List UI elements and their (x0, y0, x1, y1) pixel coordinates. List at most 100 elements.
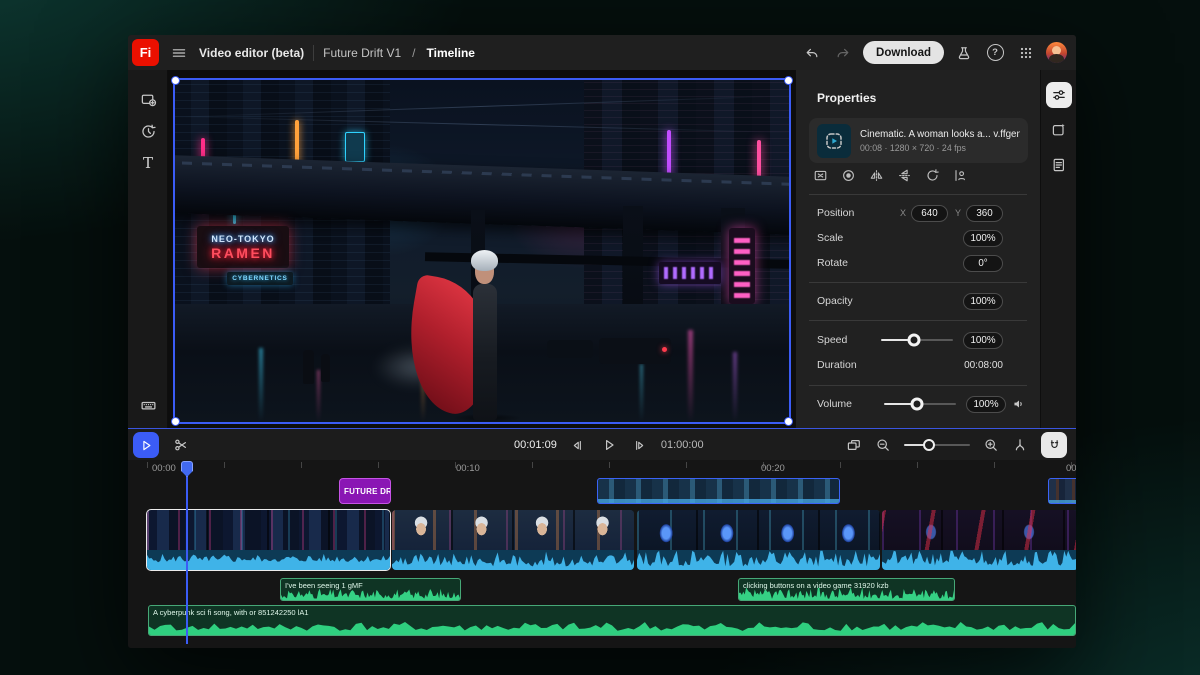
ruler-label: 00:30 (1066, 463, 1076, 474)
text-tool-icon: T (143, 156, 153, 171)
timeline: 00:00 00:10 00:20 00:30 FUTURE DRI (128, 460, 1076, 648)
help-button[interactable]: ? (984, 42, 1006, 64)
frame-forward-button[interactable] (630, 435, 650, 455)
ruler-label: 00:20 (761, 463, 785, 474)
beta-feedback-button[interactable] (953, 42, 975, 64)
selection-handle[interactable] (784, 417, 793, 426)
generate-sparkle-icon (1051, 122, 1067, 138)
notes-tab-button[interactable] (1046, 152, 1072, 178)
timeline-view-controls (846, 429, 1067, 461)
volume-slider-knob[interactable] (911, 398, 924, 411)
play-button[interactable] (599, 435, 619, 455)
scale-row: Scale 100% (817, 229, 1003, 247)
scene-car (547, 340, 593, 358)
video-preview[interactable]: NEO-TOKYO RAMEN CYBERNETICS (173, 78, 791, 424)
overlay-video-clip[interactable] (597, 478, 840, 504)
snap-toggle-button[interactable] (1041, 432, 1067, 458)
sfx-clip-2[interactable]: clicking buttons on a video game 31920 k… (738, 578, 955, 601)
volume-slider[interactable] (884, 403, 956, 405)
selection-handle[interactable] (171, 76, 180, 85)
split-tool-button[interactable] (168, 432, 194, 458)
speed-label: Speed (817, 334, 847, 346)
split-tracks-icon[interactable] (1012, 437, 1028, 453)
sfx-clip-1[interactable]: I've been seeing 1 gMF (280, 578, 461, 601)
speed-slider-knob[interactable] (908, 334, 921, 347)
ruler-label: 00:10 (456, 463, 480, 474)
rotate-input[interactable]: 0° (963, 255, 1003, 272)
text-clip[interactable]: FUTURE DRI (339, 478, 391, 504)
speed-slider[interactable] (881, 339, 953, 341)
video-clip-3[interactable] (637, 510, 880, 570)
flip-horizontal-icon[interactable] (869, 168, 884, 183)
speed-input[interactable]: 100% (963, 332, 1003, 349)
panel-title: Properties (817, 91, 876, 105)
neon-sign-blue (345, 132, 365, 162)
playhead-line[interactable] (186, 462, 188, 644)
mask-icon[interactable] (841, 168, 856, 183)
user-avatar[interactable] (1046, 42, 1067, 63)
align-icon[interactable] (953, 168, 968, 183)
video-clip-1-selected[interactable] (147, 510, 390, 570)
download-button[interactable]: Download (863, 41, 944, 64)
breadcrumb-project[interactable]: Future Drift V1 (323, 46, 401, 60)
apps-button[interactable] (1015, 42, 1037, 64)
left-toolbar: T (128, 70, 168, 428)
sliders-icon (1051, 87, 1067, 103)
zoom-slider-knob[interactable] (923, 439, 935, 451)
undo-button[interactable] (801, 42, 823, 64)
duration-value: 00:08:00 (964, 360, 1003, 371)
overlay-video-clip[interactable] (1048, 478, 1076, 504)
app-title: Video editor (beta) (199, 46, 304, 60)
clip-name: Cinematic. A woman looks a... v.ffgenvid (860, 129, 1020, 140)
scale-input[interactable]: 100% (963, 230, 1003, 247)
selection-handle[interactable] (171, 417, 180, 426)
rotate-icon[interactable] (925, 168, 940, 183)
zoom-out-icon[interactable] (875, 437, 891, 453)
sign-text-neo-tokyo: NEO-TOKYO (211, 234, 274, 244)
clip-card[interactable]: Cinematic. A woman looks a... v.ffgenvid… (809, 118, 1028, 163)
neon-sign-ramen: NEO-TOKYO RAMEN (197, 226, 289, 268)
selection-handle[interactable] (784, 76, 793, 85)
firefly-logo[interactable]: Fi (132, 39, 159, 66)
neon-sign-purple (659, 262, 721, 284)
opacity-input[interactable]: 100% (963, 293, 1003, 310)
street-reflection (259, 348, 263, 422)
frame-back-button[interactable] (568, 435, 588, 455)
preview-scene: NEO-TOKYO RAMEN CYBERNETICS (175, 80, 789, 422)
neon-sign-pink-vertical (729, 228, 755, 304)
duration-label: Duration (817, 359, 857, 371)
music-clip[interactable]: A cyberpunk sci fi song, with or 8512422… (148, 605, 1076, 636)
add-media-button[interactable] (128, 86, 168, 112)
flip-vertical-icon[interactable] (897, 168, 912, 183)
clip-thumbnail (817, 124, 851, 158)
timeline-ruler[interactable]: 00:00 00:10 00:20 00:30 (128, 460, 1076, 478)
redo-button[interactable] (832, 42, 854, 64)
text-tool-button[interactable]: T (128, 150, 168, 176)
select-tool-button[interactable] (133, 432, 159, 458)
volume-input[interactable]: 100% (966, 396, 1006, 413)
zoom-in-icon[interactable] (983, 437, 999, 453)
keyboard-shortcuts-button[interactable] (128, 397, 168, 414)
add-media-icon (140, 91, 157, 108)
timeline-zoom-slider[interactable] (904, 444, 970, 446)
position-x-input[interactable]: 640 (911, 205, 948, 222)
fit-frame-icon[interactable] (813, 168, 828, 183)
video-clip-4[interactable] (882, 510, 1076, 570)
history-clock-icon (140, 123, 157, 140)
speaker-icon[interactable] (1012, 397, 1026, 411)
properties-tab-button[interactable] (1046, 82, 1072, 108)
video-clip-2[interactable] (392, 510, 634, 570)
edit-video-tab-button[interactable] (1046, 117, 1072, 143)
overview-icon[interactable] (846, 437, 862, 453)
panel-divider (809, 385, 1027, 386)
music-track: A cyberpunk sci fi song, with or 8512422… (128, 605, 1076, 636)
help-icon: ? (987, 44, 1004, 61)
clip-audio-waveform (882, 550, 1076, 570)
rotate-row: Rotate 0° (817, 254, 1003, 272)
hamburger-menu-button[interactable] (168, 42, 190, 64)
speed-row: Speed 100% (817, 331, 1003, 349)
history-button[interactable] (128, 118, 168, 144)
position-y-input[interactable]: 360 (966, 205, 1003, 222)
street-reflection (688, 330, 693, 422)
music-clip-label: A cyberpunk sci fi song, with or 8512422… (153, 608, 1071, 617)
